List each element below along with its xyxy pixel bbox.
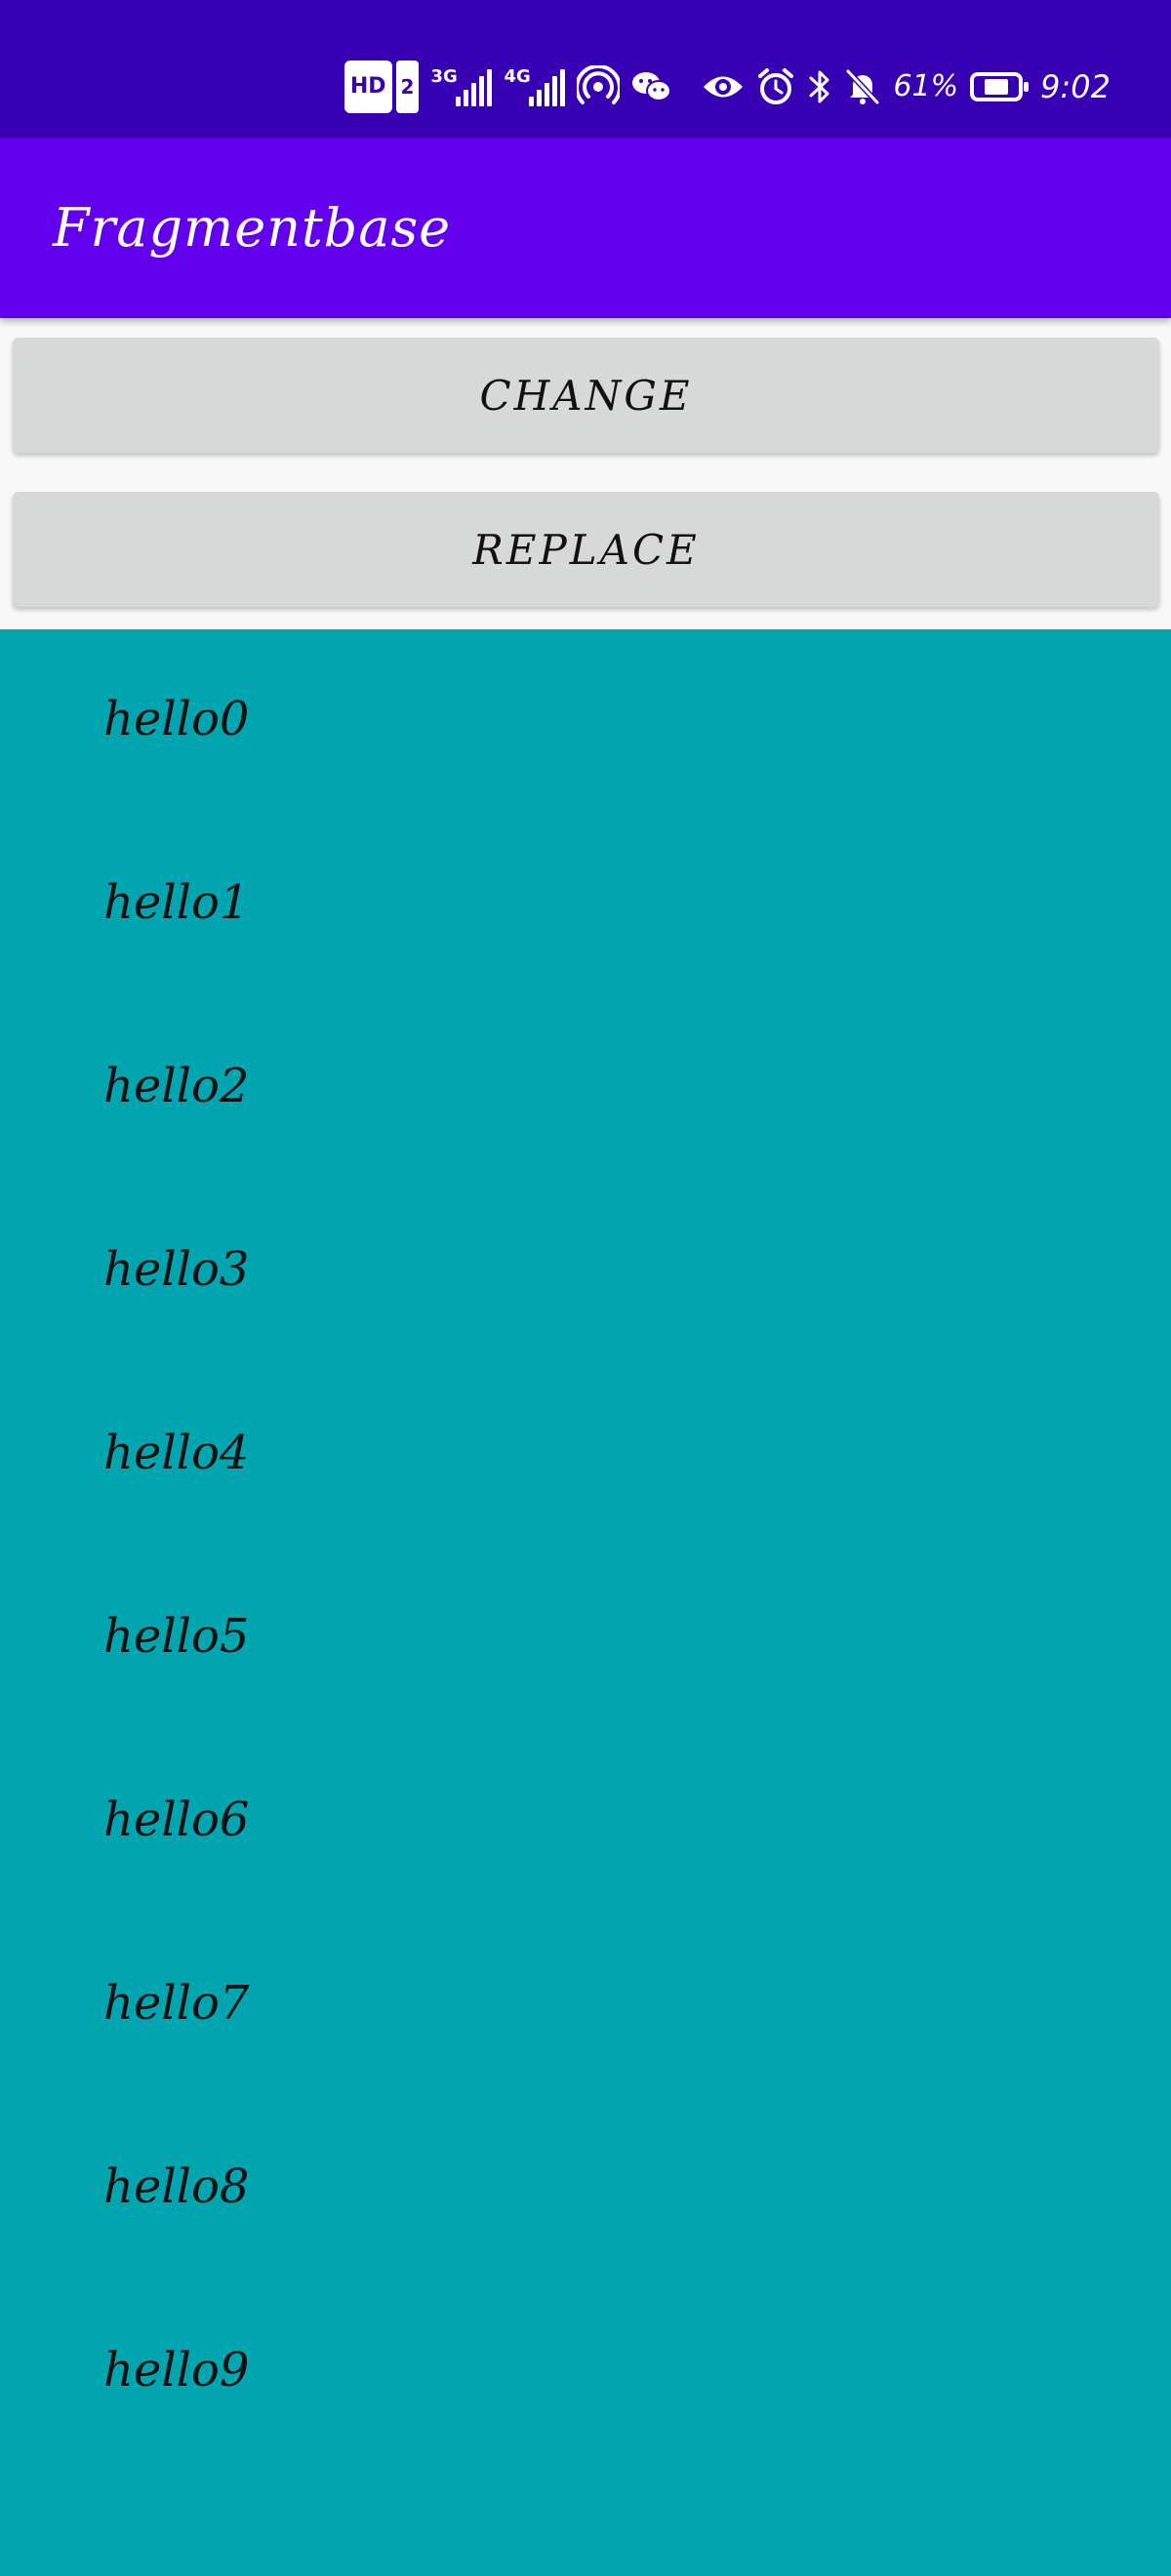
battery-percent: 61% bbox=[893, 69, 959, 103]
bluetooth-icon bbox=[807, 67, 832, 106]
list-item[interactable]: hello0 bbox=[0, 629, 1171, 813]
list-item-label: hello0 bbox=[103, 692, 250, 746]
signal-4g-icon: 4G bbox=[504, 66, 566, 106]
list-item[interactable]: hello9 bbox=[0, 2280, 1171, 2464]
status-icons: HD 2 3G 4G 61% 9:02 bbox=[343, 60, 1110, 113]
hello-list[interactable]: hello0 hello1 hello2 hello3 hello4 hello5 hell… bbox=[0, 629, 1171, 2464]
clock: 9:02 bbox=[1040, 68, 1110, 105]
mute-icon bbox=[844, 67, 881, 106]
list-item-label: hello4 bbox=[103, 1426, 250, 1480]
eye-icon bbox=[702, 72, 745, 101]
battery-icon bbox=[970, 72, 1030, 101]
list-item[interactable]: hello7 bbox=[0, 1913, 1171, 2097]
hd-icon: HD 2 bbox=[343, 60, 420, 113]
sim-label: 2 bbox=[395, 60, 420, 113]
signal-3g-icon: 3G bbox=[430, 66, 493, 106]
status-bar: HD 2 3G 4G 61% 9:02 bbox=[0, 0, 1171, 138]
alarm-icon bbox=[756, 67, 795, 106]
list-item-label: hello7 bbox=[103, 1976, 250, 2031]
network-type-1: 3G bbox=[430, 66, 458, 87]
app-bar: Fragmentbase bbox=[0, 138, 1171, 318]
list-item-label: hello8 bbox=[103, 2159, 250, 2214]
hotspot-icon bbox=[577, 65, 621, 108]
list-item[interactable]: hello8 bbox=[0, 2097, 1171, 2280]
list-item[interactable]: hello1 bbox=[0, 813, 1171, 996]
list-item-label: hello9 bbox=[103, 2343, 250, 2397]
hd-label: HD bbox=[343, 60, 392, 113]
wechat-icon bbox=[631, 69, 672, 104]
replace-button[interactable]: REPLACE bbox=[13, 492, 1159, 607]
app-title: Fragmentbase bbox=[53, 197, 452, 259]
battery-fill bbox=[984, 79, 1009, 95]
list-item[interactable]: hello3 bbox=[0, 1180, 1171, 1363]
list-item[interactable]: hello2 bbox=[0, 996, 1171, 1180]
network-type-2: 4G bbox=[504, 66, 531, 87]
list-item[interactable]: hello5 bbox=[0, 1547, 1171, 1730]
list-item[interactable]: hello4 bbox=[0, 1363, 1171, 1547]
change-button[interactable]: CHANGE bbox=[13, 338, 1159, 453]
list-item[interactable]: hello6 bbox=[0, 1730, 1171, 1913]
list-item-label: hello3 bbox=[103, 1242, 250, 1297]
list-item-label: hello6 bbox=[103, 1792, 250, 1847]
list-item-label: hello2 bbox=[103, 1059, 250, 1113]
list-item-label: hello5 bbox=[103, 1609, 250, 1664]
list-item-label: hello1 bbox=[103, 875, 250, 930]
fragment-container: hello0 hello1 hello2 hello3 hello4 hello5 hell… bbox=[0, 629, 1171, 2576]
